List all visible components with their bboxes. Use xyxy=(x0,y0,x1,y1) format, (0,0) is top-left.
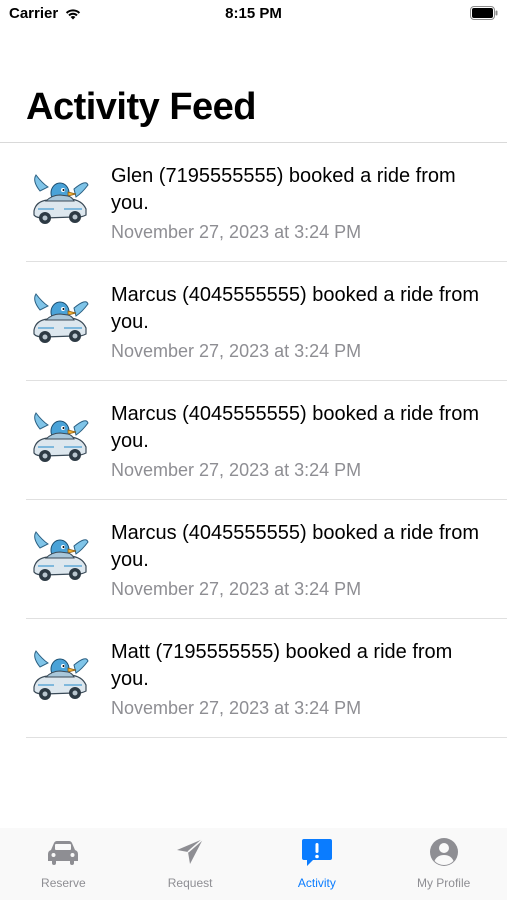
feed-item-1[interactable]: Glen (7195555555) booked a ride from you… xyxy=(0,143,507,262)
feed-item-message: Matt (7195555555) booked a ride from you… xyxy=(111,641,453,690)
tab-bar: Reserve Request Activity My Profile xyxy=(0,828,507,900)
tab-activity[interactable]: Activity xyxy=(254,828,381,900)
feed-item-timestamp: November 27, 2023 at 3:24 PM xyxy=(111,698,362,718)
page-title: Activity Feed xyxy=(26,86,257,128)
exclamation-bubble-icon xyxy=(299,836,335,873)
feed-item-timestamp: November 27, 2023 at 3:24 PM xyxy=(111,460,362,480)
feed-item-2[interactable]: Marcus (4045555555) booked a ride from y… xyxy=(0,262,507,381)
feed-item-text: Glen (7195555555) booked a ride from you… xyxy=(111,163,491,244)
car-icon xyxy=(45,836,81,873)
tab-reserve[interactable]: Reserve xyxy=(0,828,127,900)
feed-item-timestamp: November 27, 2023 at 3:24 PM xyxy=(111,579,362,599)
bird-driving-car-art xyxy=(33,650,89,700)
battery-icon xyxy=(470,6,498,20)
feed-item-4[interactable]: Marcus (4045555555) booked a ride from y… xyxy=(0,500,507,619)
feed-item-text: Matt (7195555555) booked a ride from you… xyxy=(111,639,491,720)
feed-item-timestamp: November 27, 2023 at 3:24 PM xyxy=(111,341,362,361)
tab-request[interactable]: Request xyxy=(127,828,254,900)
tab-label: Request xyxy=(167,876,213,890)
feed-item-text: Marcus (4045555555) booked a ride from y… xyxy=(111,282,491,363)
feed-item-message: Glen (7195555555) booked a ride from you… xyxy=(111,165,456,214)
feed-item-text: Marcus (4045555555) booked a ride from y… xyxy=(111,520,491,601)
activity-feed-list[interactable]: Glen (7195555555) booked a ride from you… xyxy=(0,143,507,738)
bird-driving-car-art xyxy=(33,412,89,462)
tab-label: My Profile xyxy=(416,876,471,890)
paper-plane-icon xyxy=(172,836,208,873)
status-time: 8:15 PM xyxy=(225,5,282,22)
bird-driving-car-art xyxy=(33,531,89,581)
person-circle-icon xyxy=(426,836,462,873)
feed-item-5[interactable]: Matt (7195555555) booked a ride from you… xyxy=(0,619,507,738)
tab-label: Activity xyxy=(297,876,336,890)
bird-driving-car-art xyxy=(33,293,89,343)
feed-item-message: Marcus (4045555555) booked a ride from y… xyxy=(111,403,479,452)
feed-item-3[interactable]: Marcus (4045555555) booked a ride from y… xyxy=(0,381,507,500)
app-screen: Carrier 8:15 PM Activity Feed Glen (7195… xyxy=(0,0,507,900)
bird-driving-car-art xyxy=(33,174,89,224)
tab-my-profile[interactable]: My Profile xyxy=(380,828,507,900)
status-bar: Carrier 8:15 PM xyxy=(0,0,507,28)
feed-item-message: Marcus (4045555555) booked a ride from y… xyxy=(111,522,479,571)
feed-item-timestamp: November 27, 2023 at 3:24 PM xyxy=(111,222,362,242)
tab-label: Reserve xyxy=(41,876,86,890)
feed-item-message: Marcus (4045555555) booked a ride from y… xyxy=(111,284,479,333)
feed-item-text: Marcus (4045555555) booked a ride from y… xyxy=(111,401,491,482)
